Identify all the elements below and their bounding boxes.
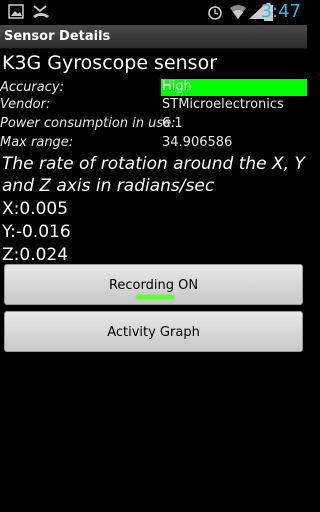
sensor-description: The rate of rotation around the X, Y and… — [2, 154, 305, 196]
clock: 3:47 — [260, 1, 301, 22]
activity-graph-button-label: Activity Graph — [107, 325, 200, 340]
page-title: Sensor Details — [4, 29, 111, 44]
vendor-value: STMicroelectronics — [162, 97, 284, 112]
vendor-label: Vendor: — [0, 97, 51, 112]
accuracy-label: Accuracy: — [0, 80, 64, 95]
recording-toggle-button[interactable]: Recording ON — [4, 264, 303, 305]
activity-graph-button[interactable]: Activity Graph — [4, 311, 303, 352]
power-value: 6.1 — [162, 116, 183, 131]
alarm-icon — [207, 4, 223, 24]
accuracy-badge: High — [161, 79, 307, 96]
accuracy-value: High — [162, 79, 192, 94]
title-bar: Sensor Details — [0, 25, 307, 49]
wifi-icon — [230, 4, 246, 24]
image-icon — [8, 4, 24, 23]
z-axis-value: Z:0.024 — [2, 245, 69, 265]
max-range-label: Max range: — [0, 135, 74, 150]
empty-area — [0, 363, 307, 512]
status-bar: 3:47 — [0, 0, 307, 25]
missed-call-icon — [32, 4, 50, 23]
recording-button-label: Recording ON — [108, 278, 199, 293]
y-axis-value: Y:-0.016 — [2, 222, 71, 242]
sensor-name: K3G Gyroscope sensor — [2, 52, 218, 74]
recording-on-indicator — [136, 295, 174, 299]
max-range-value: 34.906586 — [162, 135, 233, 150]
x-axis-value: X:0.005 — [2, 199, 69, 219]
power-label: Power consumption in use: — [0, 116, 176, 131]
